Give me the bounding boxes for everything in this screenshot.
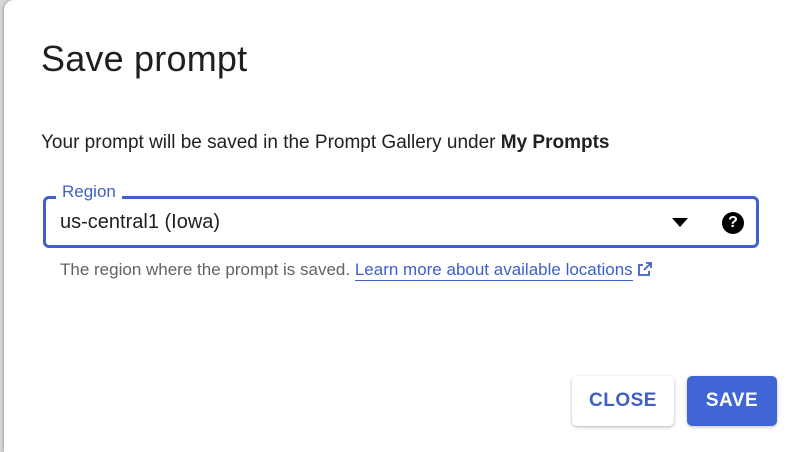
dialog-title: Save prompt: [41, 38, 248, 79]
external-link-icon[interactable]: [637, 261, 653, 282]
dialog-description: Your prompt will be saved in the Prompt …: [41, 132, 610, 154]
learn-more-link[interactable]: Learn more about available locations: [354, 260, 633, 281]
region-value[interactable]: us-central1 (Iowa): [60, 211, 220, 234]
save-prompt-dialog: Save prompt Your prompt will be saved in…: [4, 0, 800, 452]
save-button[interactable]: SAVE: [687, 376, 777, 426]
help-icon[interactable]: ?: [722, 212, 744, 234]
my-prompts-label: My Prompts: [500, 132, 610, 153]
hint-text: The region where the prompt is saved.: [60, 260, 355, 279]
close-button[interactable]: CLOSE: [572, 376, 674, 426]
dropdown-arrow-icon[interactable]: [672, 218, 688, 227]
region-label: Region: [56, 182, 122, 202]
description-text: Your prompt will be saved in the Prompt …: [41, 132, 501, 153]
region-select[interactable]: Region us-central1 (Iowa) ?: [43, 182, 759, 248]
region-hint: The region where the prompt is saved. Le…: [60, 260, 653, 282]
